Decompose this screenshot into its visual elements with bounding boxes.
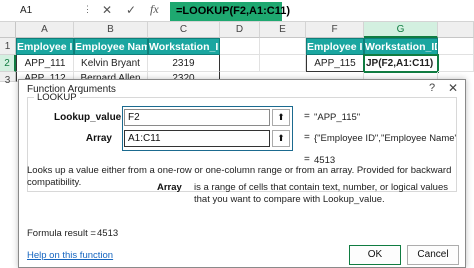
lookup-value-label: Lookup_value — [54, 112, 122, 123]
empty-cell[interactable] — [220, 55, 260, 72]
array-result: {"Employee ID","Employee Name","Workstat… — [314, 133, 456, 144]
equals-sign: = — [304, 111, 310, 122]
table-cell[interactable]: APP_111 — [16, 55, 74, 72]
equals-sign: = — [304, 154, 310, 165]
column-header-f[interactable]: F — [306, 22, 364, 38]
chevron-down-icon[interactable]: ⋮ — [83, 4, 92, 15]
table-header-cell[interactable]: Employee Name — [74, 38, 148, 55]
formula-bar: A1 ⋮ ✕ ✓ fx =LOOKUP(F2,A1:C11) — [0, 0, 474, 22]
args-focus-outline — [122, 106, 293, 151]
row-header-3[interactable]: 3 — [0, 72, 16, 86]
empty-cell[interactable] — [260, 55, 306, 72]
column-header-c[interactable]: C — [148, 22, 220, 38]
formula-result-label: Formula result = — [27, 228, 96, 239]
empty-cell[interactable] — [438, 38, 474, 55]
help-link[interactable]: Help on this function — [27, 250, 113, 261]
array-label: Array — [85, 133, 112, 144]
arg-description-name: Array — [157, 182, 182, 193]
table-cell[interactable]: 2319 — [148, 55, 220, 72]
function-arguments-dialog: Function Arguments ? ✕ LOOKUP Lookup_val… — [18, 79, 466, 268]
function-name-label: LOOKUP — [34, 92, 80, 103]
row-header-2[interactable]: 2 — [0, 55, 16, 72]
row-header-1[interactable]: 1 — [0, 38, 16, 55]
help-icon[interactable]: ? — [429, 82, 435, 94]
column-header-b[interactable]: B — [74, 22, 148, 38]
column-header-d[interactable]: D — [220, 22, 260, 38]
arguments-group: LOOKUP Lookup_value F2 ⬆ = "APP_115" Arr… — [27, 92, 457, 192]
active-cell-outline — [363, 54, 439, 73]
close-icon[interactable]: ✕ — [448, 81, 458, 95]
empty-cell[interactable] — [260, 38, 306, 55]
table-header-cell[interactable]: Employee ID — [16, 38, 74, 55]
empty-cell[interactable] — [220, 38, 260, 55]
column-header-a[interactable]: A — [16, 22, 74, 38]
name-box[interactable]: A1 — [4, 2, 78, 20]
equals-sign: = — [304, 132, 310, 143]
enter-formula-icon[interactable]: ✓ — [126, 3, 136, 17]
table-cell[interactable]: APP_115 — [306, 55, 364, 72]
cancel-formula-icon[interactable]: ✕ — [102, 3, 112, 17]
column-header-g[interactable]: G — [364, 22, 438, 38]
table-header-cell[interactable]: Employee ID — [306, 38, 364, 55]
lookup-value-result: "APP_115" — [314, 112, 361, 123]
empty-cell[interactable] — [438, 55, 474, 72]
ok-button[interactable]: OK — [349, 245, 401, 265]
column-header-e[interactable]: E — [260, 22, 306, 38]
cancel-button[interactable]: Cancel — [407, 245, 459, 265]
formula-result-value: 4513 — [97, 228, 119, 239]
table-header-cell[interactable]: Workstation_ID — [364, 38, 438, 55]
formula-input[interactable]: =LOOKUP(F2,A1:C11) — [170, 2, 290, 21]
excel-window: A1 ⋮ ✕ ✓ fx =LOOKUP(F2,A1:C11) A B C D E… — [0, 0, 474, 268]
insert-function-icon[interactable]: fx — [150, 2, 159, 17]
arg-description-text: is a range of cells that contain text, n… — [194, 182, 448, 205]
table-header-cell[interactable]: Workstation_ID — [148, 38, 220, 55]
select-all-corner[interactable] — [0, 22, 16, 38]
column-header-extra[interactable] — [438, 22, 474, 38]
table-cell[interactable]: Kelvin Bryant — [74, 55, 148, 72]
